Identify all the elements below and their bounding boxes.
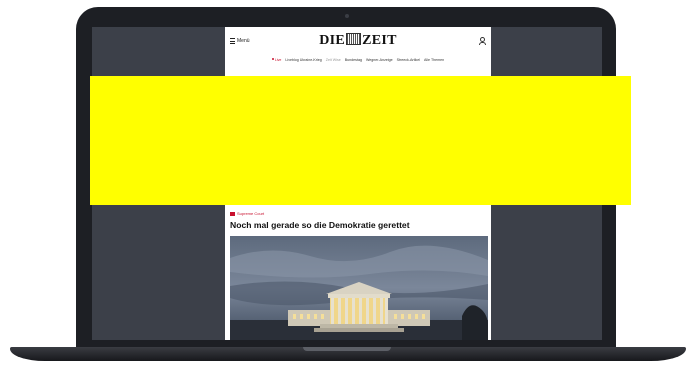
laptop-opening-notch [303,347,391,351]
laptop-camera [345,14,349,18]
topic-nav: Live Liveblog Ukraine-Krieg Zeit Wise Bu… [225,58,491,66]
nav-item-zeit-wise[interactable]: Zeit Wise [326,58,341,66]
z-plus-badge-icon [230,211,235,216]
person-icon[interactable] [479,37,486,45]
article-hero-image[interactable] [230,236,488,340]
live-dot-icon [271,58,274,60]
nav-item-wegner[interactable]: Wegner-Anzeige [366,58,393,66]
nav-item-liveblog[interactable]: Liveblog Ukraine-Krieg [285,58,321,66]
nav-item-streeck[interactable]: Streeck-Artikel [397,58,420,66]
article-kicker[interactable]: Supreme Court [230,211,264,216]
nav-item-live[interactable]: Live [271,58,282,66]
logo-text-right: ZEIT [362,33,397,48]
nav-item-all-topics[interactable]: Alle Themen [424,58,444,66]
nav-item-label: Live [274,58,282,62]
eagle-crest-icon [346,33,362,45]
logo-text-left: DIE [319,33,346,48]
redaction-box [90,76,631,205]
site-logo[interactable]: DIE ZEIT [225,33,491,49]
article-headline[interactable]: Noch mal gerade so die Demokratie gerett… [230,220,488,230]
kicker-label: Supreme Court [237,211,265,216]
supreme-court-illustration [230,236,488,340]
site-header: Menü DIE ZEIT [225,27,491,55]
nav-item-bundestag[interactable]: Bundestag [345,58,362,66]
